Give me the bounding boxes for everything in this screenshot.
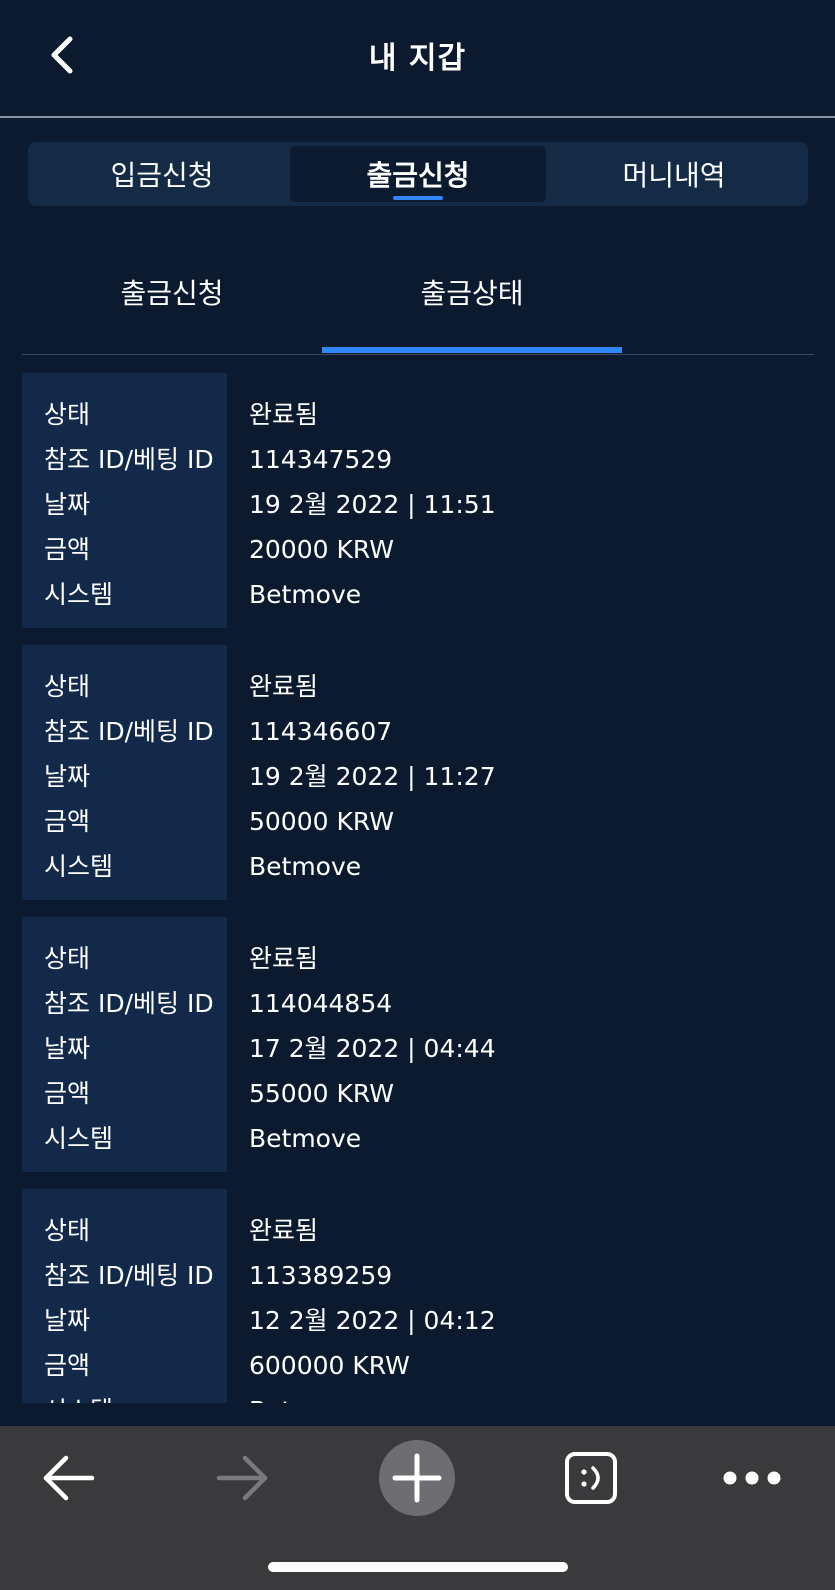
value-system: Betmove: [249, 1388, 814, 1403]
label-system: 시스템: [44, 852, 114, 881]
record-labels: 상태 참조 ID/베팅 ID 날짜 금액 시스템: [22, 917, 227, 1172]
value-status: 완료됨: [249, 672, 319, 701]
record-labels: 상태 참조 ID/베팅 ID 날짜 금액 시스템: [22, 373, 227, 628]
record-labels: 상태 참조 ID/베팅 ID 날짜 금액 시스템: [22, 645, 227, 900]
more-icon: [723, 1471, 781, 1485]
value-system: Betmove: [249, 580, 362, 609]
subtab-withdraw-request[interactable]: 출금신청: [22, 250, 322, 350]
value-ref-id: 113389259: [249, 1261, 393, 1290]
value-amount: 55000 KRW: [249, 1079, 394, 1108]
label-amount: 금액: [44, 807, 91, 836]
label-amount: 금액: [44, 1079, 91, 1108]
value-status: 완료됨: [249, 944, 319, 973]
page-title: 내 지갑: [368, 41, 467, 76]
label-date: 날짜: [44, 1034, 91, 1063]
value-ref-id: 114347529: [249, 445, 393, 474]
record-values: 완료됨 113389259 12 2월 2022 | 04:12 600000 …: [227, 1189, 814, 1403]
value-system: Betmove: [249, 852, 362, 881]
wallet-tabs: 입금신청 출금신청 머니내역: [28, 142, 808, 206]
label-date: 날짜: [44, 490, 91, 519]
value-ref-id: 114044854: [249, 989, 393, 1018]
label-status: 상태: [44, 1216, 91, 1245]
label-status: 상태: [44, 672, 91, 701]
label-ref-id: 참조 ID/베팅 ID: [44, 445, 214, 474]
more-button[interactable]: [712, 1438, 792, 1518]
label-system: 시스템: [22, 1388, 227, 1403]
label-status: 상태: [44, 400, 91, 429]
list-item: 상태 참조 ID/베팅 ID 날짜 금액 시스템 완료됨 114044854 1…: [22, 917, 814, 1172]
browser-back-button[interactable]: [28, 1438, 108, 1518]
list-item: 상태 참조 ID/베팅 ID 날짜 금액 시스템 완료됨 114346607 1…: [22, 645, 814, 900]
label-date: 날짜: [44, 762, 91, 791]
record-values: 완료됨 114347529 19 2월 2022 | 11:51 20000 K…: [227, 373, 814, 628]
label-amount: 금액: [44, 1351, 91, 1380]
forward-arrow-icon: [216, 1455, 268, 1501]
sub-tabs: 출금신청 출금상태: [22, 250, 814, 355]
record-values: 완료됨 114346607 19 2월 2022 | 11:27 50000 K…: [227, 645, 814, 900]
tab-money-history[interactable]: 머니내역: [546, 146, 802, 202]
subtab-withdraw-status[interactable]: 출금상태: [322, 250, 622, 353]
back-arrow-icon: [43, 1455, 95, 1501]
label-date: 날짜: [44, 1306, 91, 1335]
list-item: 상태 참조 ID/베팅 ID 날짜 금액 시스템 완료됨 113389259 1…: [22, 1189, 814, 1403]
label-ref-id: 참조 ID/베팅 ID: [44, 717, 214, 746]
label-ref-id: 참조 ID/베팅 ID: [44, 989, 214, 1018]
new-tab-button[interactable]: [377, 1438, 457, 1518]
tabs-icon: [565, 1452, 617, 1504]
value-date: 12 2월 2022 | 04:12: [249, 1306, 496, 1335]
label-system: 시스템: [44, 1124, 114, 1153]
value-amount: 20000 KRW: [249, 535, 394, 564]
value-status: 완료됨: [249, 400, 319, 429]
value-status: 완료됨: [249, 1216, 319, 1245]
home-indicator: [268, 1562, 568, 1572]
withdraw-status-list[interactable]: 상태 참조 ID/베팅 ID 날짜 금액 시스템 완료됨 114347529 1…: [22, 373, 814, 1403]
label-ref-id: 참조 ID/베팅 ID: [44, 1261, 214, 1290]
tab-deposit-request[interactable]: 입금신청: [34, 146, 290, 202]
list-item: 상태 참조 ID/베팅 ID 날짜 금액 시스템 완료됨 114347529 1…: [22, 373, 814, 628]
value-amount: 50000 KRW: [249, 807, 394, 836]
record-values: 완료됨 114044854 17 2월 2022 | 04:44 55000 K…: [227, 917, 814, 1172]
record-labels: 상태 참조 ID/베팅 ID 날짜 금액 시스템: [22, 1189, 227, 1403]
value-date: 17 2월 2022 | 04:44: [249, 1034, 496, 1063]
label-status: 상태: [44, 944, 91, 973]
value-date: 19 2월 2022 | 11:27: [249, 762, 496, 791]
label-amount: 금액: [44, 535, 91, 564]
browser-forward-button[interactable]: [203, 1438, 283, 1518]
value-system: Betmove: [249, 1124, 362, 1153]
value-amount: 600000 KRW: [249, 1351, 410, 1380]
value-ref-id: 114346607: [249, 717, 393, 746]
tab-withdraw-request[interactable]: 출금신청: [290, 146, 546, 202]
value-date: 19 2월 2022 | 11:51: [249, 490, 496, 519]
wallet-screen: 내 지갑 입금신청 출금신청 머니내역 출금신청 출금상태 상태 참조 ID/베…: [0, 0, 835, 1590]
tabs-button[interactable]: [551, 1438, 631, 1518]
plus-icon: [379, 1440, 455, 1516]
label-system: 시스템: [44, 580, 114, 609]
header: 내 지갑: [0, 0, 835, 118]
